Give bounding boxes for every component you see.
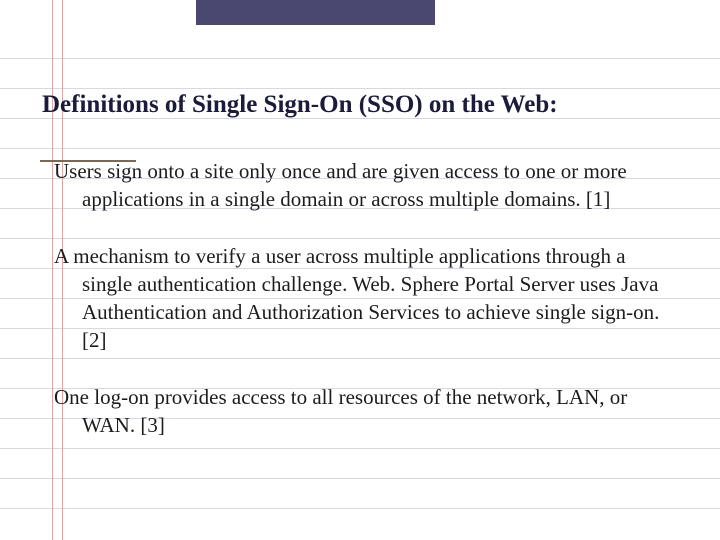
definition-2-text: A mechanism to verify a user across mult…	[54, 244, 659, 323]
definition-1: Users sign onto a site only once and are…	[82, 158, 680, 213]
definition-2-ref: [2]	[82, 328, 107, 352]
slide-content: Definitions of Single Sign-On (SSO) on t…	[42, 90, 680, 470]
header-accent-bar	[196, 0, 435, 25]
slide-title: Definitions of Single Sign-On (SSO) on t…	[42, 90, 680, 120]
definition-2: A mechanism to verify a user across mult…	[82, 243, 680, 354]
definition-3: One log-on provides access to all resour…	[82, 384, 680, 439]
definition-1-ref: [1]	[586, 187, 611, 211]
definition-3-ref: [3]	[140, 413, 165, 437]
definition-1-text: Users sign onto a site only once and are…	[54, 159, 627, 211]
